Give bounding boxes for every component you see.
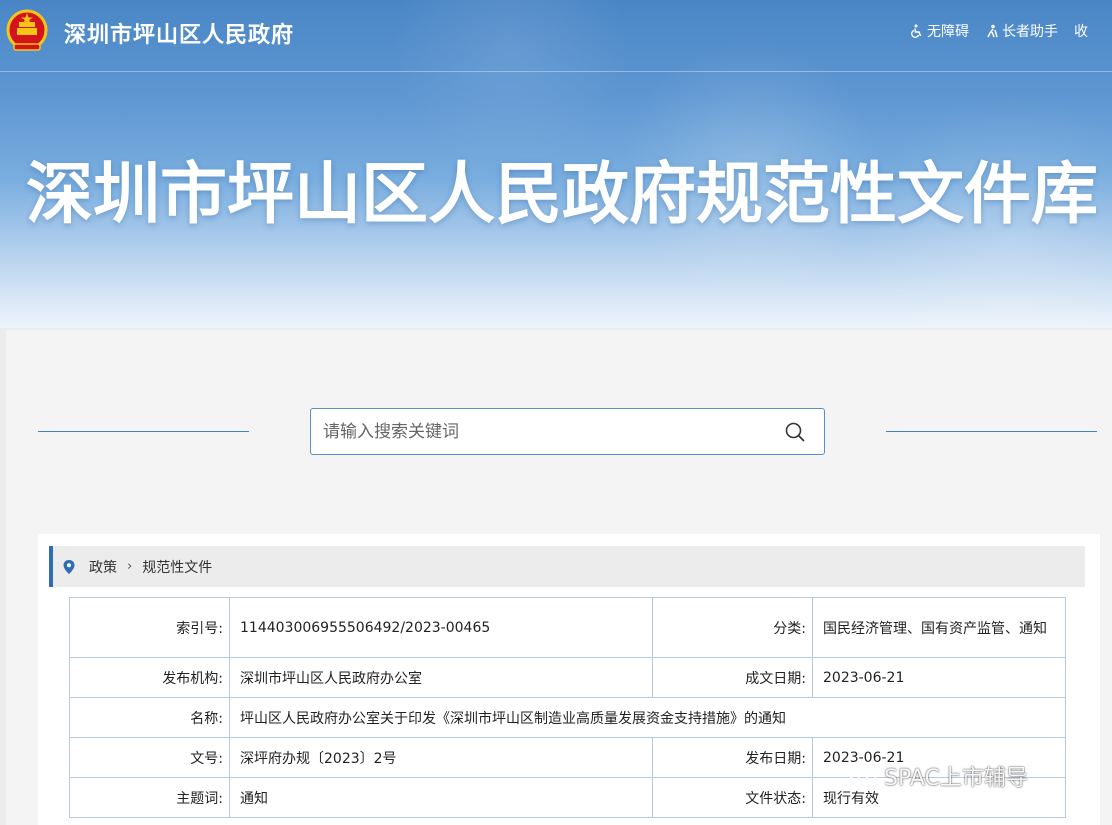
chevron-right-icon: › — [127, 559, 133, 574]
favorite-button[interactable]: 收 — [1074, 22, 1088, 40]
publish-date-label: 发布日期: — [652, 737, 813, 778]
name-label: 名称: — [69, 697, 230, 738]
header-banner: 深圳市坪山区人民政府 无障碍 长者助手 收 深圳市坪山区人民政府规范性文件库 — [0, 0, 1112, 328]
index-value: 114403006955506492/2023-00465 — [229, 597, 653, 658]
accessibility-label: 无障碍 — [927, 24, 969, 40]
written-date-value: 2023-06-21 — [812, 657, 1066, 698]
status-label: 文件状态: — [652, 777, 813, 818]
watermark-text: SPAC上市辅导 — [884, 766, 1028, 791]
search-box — [310, 408, 825, 455]
doc-number-value: 深坪府办规〔2023〕2号 — [229, 737, 653, 778]
category-value: 国民经济管理、国有资产监管、通知 — [812, 597, 1066, 658]
written-date-label: 成文日期: — [652, 657, 813, 698]
national-emblem-icon[interactable] — [6, 8, 48, 54]
hero-title: 深圳市坪山区人民政府规范性文件库 — [26, 155, 1098, 233]
accessibility-icon — [911, 24, 922, 38]
site-name[interactable]: 深圳市坪山区人民政府 — [64, 17, 294, 49]
index-label: 索引号: — [69, 597, 230, 658]
search-icon[interactable] — [784, 421, 806, 443]
category-label: 分类: — [652, 597, 813, 658]
wechat-icon — [848, 764, 877, 787]
breadcrumb: 政策 › 规范性文件 — [49, 546, 1085, 587]
toolbar: 无障碍 长者助手 收 — [910, 22, 1088, 40]
top-bar: 深圳市坪山区人民政府 无障碍 长者助手 收 — [0, 0, 1112, 72]
publisher-label: 发布机构: — [69, 657, 230, 698]
table-row: 发布机构: 深圳市坪山区人民政府办公室 成文日期: 2023-06-21 — [69, 657, 1066, 698]
elder-helper-icon — [987, 24, 998, 38]
table-row: 名称: 坪山区人民政府办公室关于印发《深圳市坪山区制造业高质量发展资金支持措施》… — [69, 697, 1066, 738]
name-value: 坪山区人民政府办公室关于印发《深圳市坪山区制造业高质量发展资金支持措施》的通知 — [229, 697, 1066, 738]
divider-line — [886, 431, 1097, 432]
location-pin-icon — [63, 559, 75, 574]
table-row: 索引号: 114403006955506492/2023-00465 分类: 国… — [69, 597, 1066, 658]
elder-helper-button[interactable]: 长者助手 — [985, 22, 1058, 40]
divider-line — [38, 431, 249, 432]
watermark: SPAC上市辅导 — [848, 760, 1028, 792]
elder-helper-label: 长者助手 — [1002, 24, 1058, 40]
search-input[interactable] — [323, 409, 763, 454]
breadcrumb-item-normative-docs[interactable]: 规范性文件 — [142, 557, 212, 577]
accessibility-button[interactable]: 无障碍 — [910, 22, 969, 40]
doc-number-label: 文号: — [69, 737, 230, 778]
subject-label: 主题词: — [69, 777, 230, 818]
publisher-value: 深圳市坪山区人民政府办公室 — [229, 657, 653, 698]
favorite-label: 收 — [1074, 24, 1088, 40]
breadcrumb-item-policy[interactable]: 政策 — [89, 557, 117, 577]
subject-value: 通知 — [229, 777, 653, 818]
